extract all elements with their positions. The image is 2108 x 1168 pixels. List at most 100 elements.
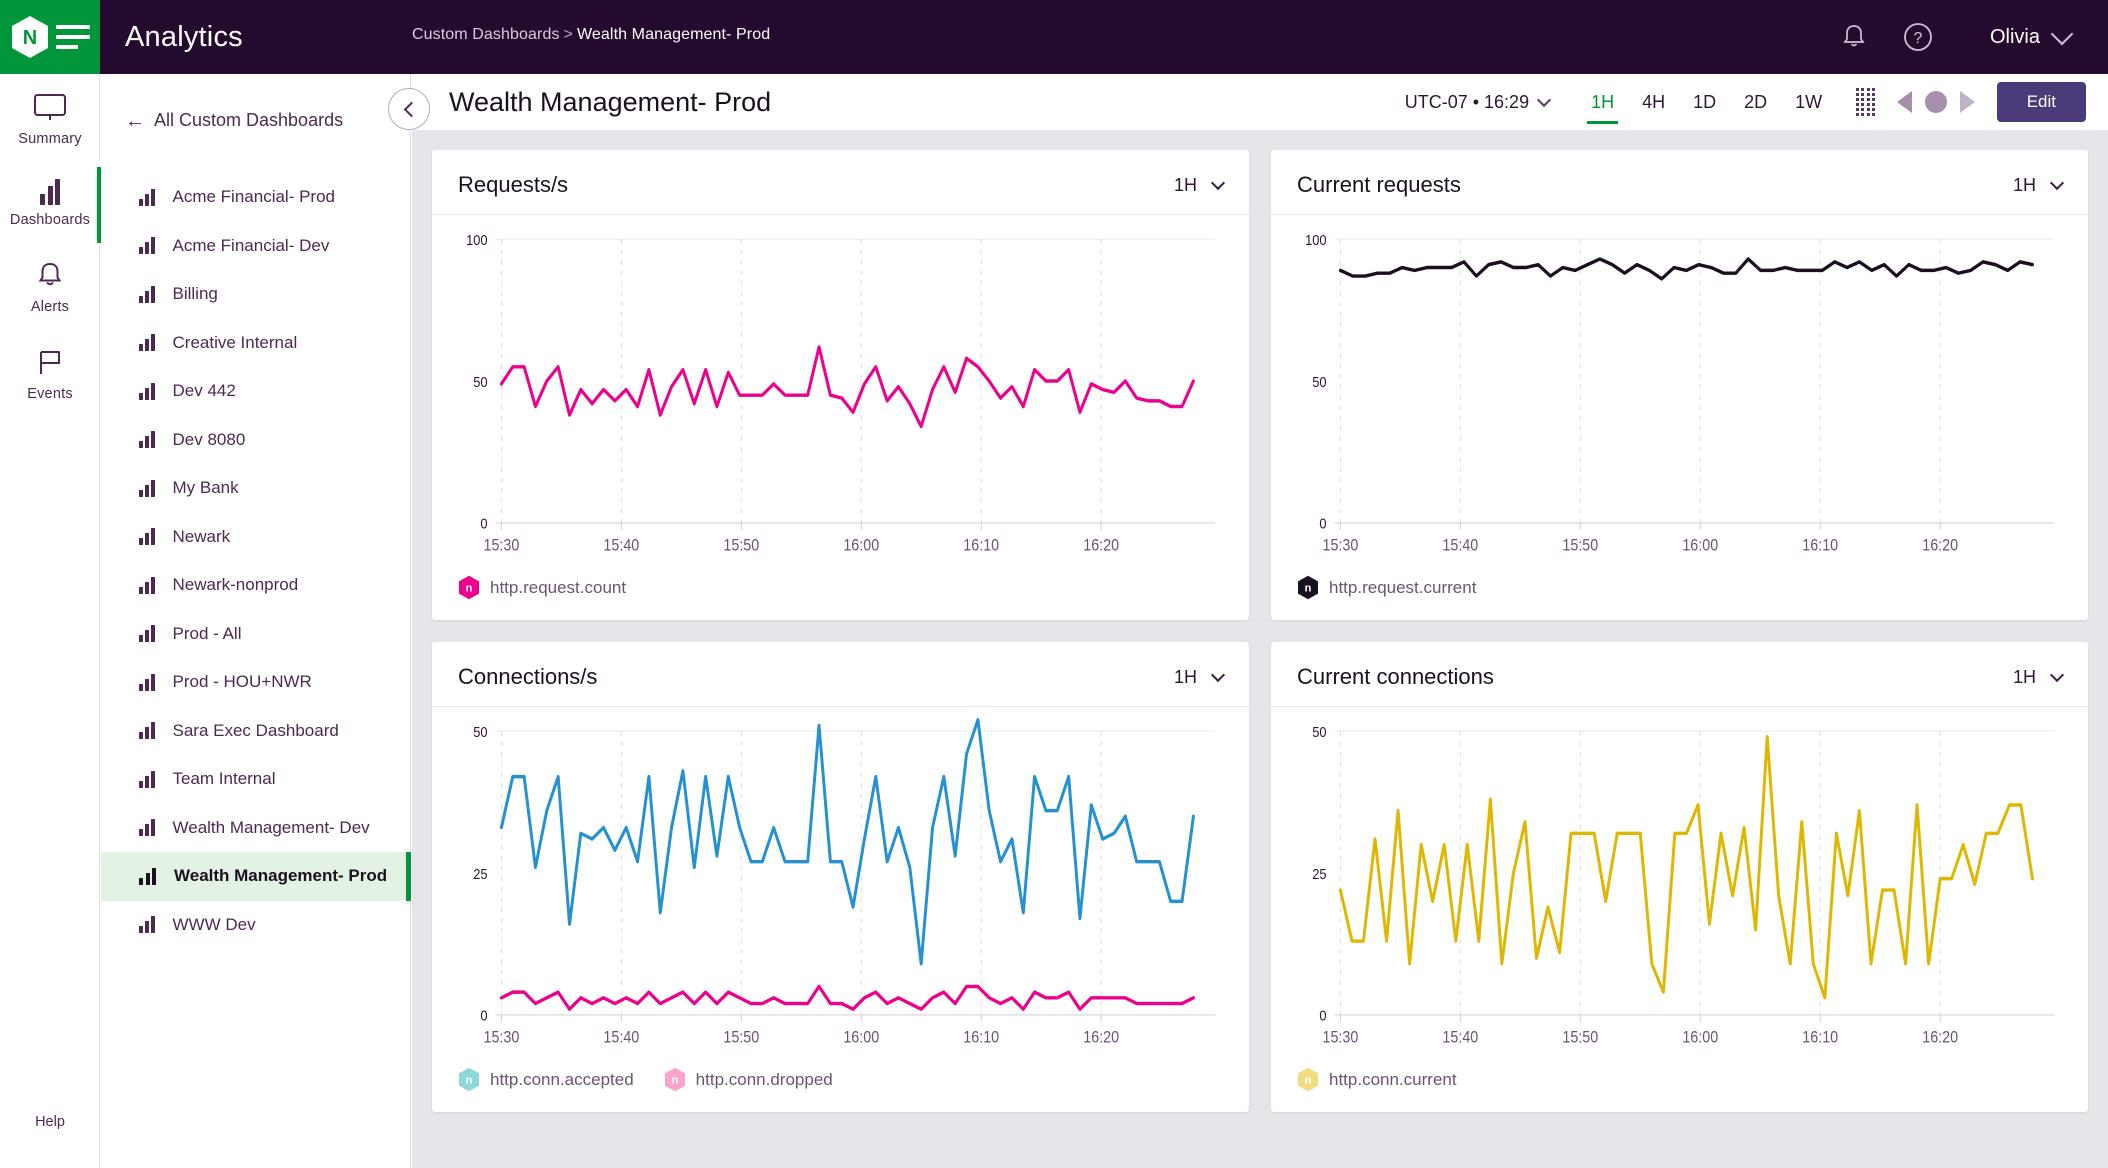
chart-legend-label: http.conn.current	[1329, 1069, 1457, 1089]
y-axis-tick-label: 0	[1319, 515, 1326, 532]
chart-legend-item[interactable]: n http.conn.dropped	[664, 1067, 833, 1092]
timezone-selector[interactable]: UTC-07 • 16:29	[1405, 92, 1552, 113]
grid-dots-icon[interactable]	[1856, 87, 1875, 117]
dashboard-list-item[interactable]: Newark	[101, 513, 410, 562]
app-title: Analytics	[125, 20, 243, 53]
page-title: Wealth Management- Prod	[449, 86, 772, 117]
sidebar-item-dashboards[interactable]: Dashboards	[0, 161, 101, 243]
chart-panel-header: Current connections 1H	[1271, 642, 2088, 707]
chart-legend-item[interactable]: n http.conn.current	[1297, 1067, 1457, 1092]
dashboard-list-item[interactable]: Acme Financial- Dev	[101, 222, 410, 271]
chevron-down-icon	[1210, 667, 1226, 682]
dashboard-toolbar: Wealth Management- Prod UTC-07 • 16:29 1…	[388, 74, 2108, 130]
time-range-button-1d[interactable]: 1D	[1679, 74, 1730, 130]
bar-chart-icon	[139, 576, 155, 594]
play-forward-icon[interactable]	[1959, 91, 1975, 113]
all-custom-dashboards-back-link[interactable]: ← All Custom Dashboards	[101, 74, 410, 131]
sidebar-item-events[interactable]: Events	[0, 329, 100, 416]
chart-range-label: 1H	[1173, 174, 1197, 195]
y-axis-tick-label: 50	[1312, 373, 1327, 390]
chart-legend: n http.conn.current	[1271, 1061, 2088, 1112]
y-axis-tick-label: 50	[473, 723, 488, 740]
dashboard-list-item[interactable]: Acme Financial- Prod	[101, 173, 410, 222]
chart-panel-title: Current requests	[1297, 172, 1461, 197]
chart-range-selector[interactable]: 1H	[2012, 666, 2065, 688]
chart-legend-label: http.conn.dropped	[695, 1069, 833, 1089]
chevron-down-icon	[2050, 22, 2074, 46]
collapse-sidebar-button[interactable]	[388, 88, 430, 130]
y-axis-tick-label: 50	[473, 373, 488, 390]
y-axis-tick-label: 50	[1312, 723, 1327, 740]
dashboard-list-item[interactable]: Creative Internal	[101, 319, 410, 368]
y-axis-tick-label: 0	[480, 515, 487, 532]
dashboard-list-item[interactable]: Wealth Management- Prod	[101, 852, 411, 901]
x-axis-tick-label: 15:40	[603, 537, 639, 555]
chart-legend: n http.conn.accepted n http.conn.dropped	[432, 1061, 1249, 1112]
dashboard-list-item[interactable]: Prod - HOU+NWR	[101, 658, 410, 707]
help-link[interactable]: Help	[0, 1114, 100, 1130]
chart-legend-label: http.conn.accepted	[490, 1069, 634, 1089]
play-back-icon[interactable]	[1896, 91, 1912, 113]
dashboard-list-item[interactable]: Dev 8080	[101, 416, 410, 465]
x-axis-tick-label: 15:50	[1562, 537, 1598, 555]
sidebar-item-alerts[interactable]: Alerts	[0, 242, 100, 329]
dashboard-list-item[interactable]: Prod - All	[101, 610, 410, 659]
sidebar-item-summary[interactable]: Summary	[0, 74, 100, 161]
svg-text:n: n	[1305, 583, 1312, 595]
time-range-button-1h[interactable]: 1H	[1577, 74, 1628, 130]
notification-bell-button[interactable]	[1822, 0, 1886, 74]
chart-range-selector[interactable]: 1H	[1173, 174, 1226, 196]
dashboard-list-item[interactable]: Wealth Management- Dev	[101, 804, 410, 853]
dashboard-list-item-label: Prod - All	[172, 623, 242, 643]
sidebar-item-label: Dashboards	[9, 212, 91, 228]
help-button[interactable]: ?	[1886, 0, 1950, 74]
chart-area[interactable]: 0 50 100 15:30 15:40 15:50 16:00 16:10 16:20	[432, 215, 1249, 569]
chart-panel-header: Connections/s 1H	[432, 642, 1249, 707]
chart-legend-label: http.request.count	[490, 577, 627, 597]
bar-chart-icon	[139, 431, 155, 449]
chart-area[interactable]: 0 25 50 15:30 15:40 15:50 16:00 16:10 16:20	[432, 707, 1249, 1061]
dashboard-list-item[interactable]: Dev 442	[101, 367, 410, 416]
svg-text:n: n	[466, 583, 473, 595]
user-name-label: Olivia	[1989, 25, 2040, 48]
chart-area[interactable]: 0 50 100 15:30 15:40 15:50 16:00 16:10 16:20	[1271, 215, 2088, 569]
x-axis-tick-label: 16:20	[1922, 1029, 1958, 1047]
nginx-hex-icon: n	[459, 1067, 479, 1092]
nginx-logo-icon: N	[12, 16, 48, 58]
nginx-logo-button[interactable]: N	[0, 0, 100, 74]
dashboard-list-item[interactable]: Billing	[101, 270, 410, 319]
chart-range-selector[interactable]: 1H	[1174, 667, 1226, 688]
dashboard-list-item-label: Wealth Management- Prod	[174, 866, 388, 886]
svg-text:n: n	[1305, 1075, 1312, 1087]
edit-button[interactable]: Edit	[1996, 82, 2086, 122]
time-range-button-2d[interactable]: 2D	[1730, 74, 1781, 130]
chart-range-selector[interactable]: 1H	[2013, 175, 2065, 196]
dashboard-list-item[interactable]: WWW Dev	[101, 901, 410, 950]
chart-legend-item[interactable]: n http.request.count	[458, 575, 626, 600]
chart-area[interactable]: 0 25 50 15:30 15:40 15:50 16:00 16:10 16:20	[1271, 707, 2088, 1061]
bar-chart-icon	[40, 179, 60, 205]
chart-legend-label: http.request.current	[1329, 577, 1477, 597]
chart-legend-item[interactable]: n http.conn.accepted	[458, 1067, 634, 1092]
time-range-buttons: 1H 4H 1D 2D 1W	[1577, 74, 1836, 130]
dashboard-list-item[interactable]: Newark-nonprod	[101, 561, 410, 610]
chart-legend: n http.request.count	[432, 569, 1249, 620]
hamburger-icon[interactable]	[56, 25, 90, 49]
chart-legend-item[interactable]: n http.request.current	[1297, 575, 1476, 600]
x-axis-tick-label: 16:00	[1682, 1029, 1718, 1047]
chevron-down-icon	[2049, 175, 2065, 190]
svg-text:n: n	[466, 1075, 473, 1087]
dashboard-list-item[interactable]: My Bank	[101, 464, 410, 513]
user-menu-button[interactable]: Olivia	[1989, 22, 2074, 49]
time-range-button-4h[interactable]: 4H	[1628, 74, 1679, 130]
bar-chart-icon	[139, 867, 156, 885]
breadcrumb-parent-link[interactable]: Custom Dashboards	[412, 26, 560, 43]
dashboard-list-item[interactable]: Team Internal	[101, 755, 410, 804]
breadcrumb-separator: >	[563, 26, 573, 43]
breadcrumb: Custom Dashboards > Wealth Management- Pro…	[412, 26, 770, 44]
pause-dot-icon[interactable]	[1924, 91, 1947, 113]
time-range-button-1w[interactable]: 1W	[1781, 74, 1836, 130]
chart-canvas: 0 25 50 15:30 15:40 15:50 16:00 16:10 16:20	[1312, 723, 2055, 1047]
chart-range-label: 1H	[2012, 666, 2036, 687]
dashboard-list-item[interactable]: Sara Exec Dashboard	[101, 707, 410, 756]
